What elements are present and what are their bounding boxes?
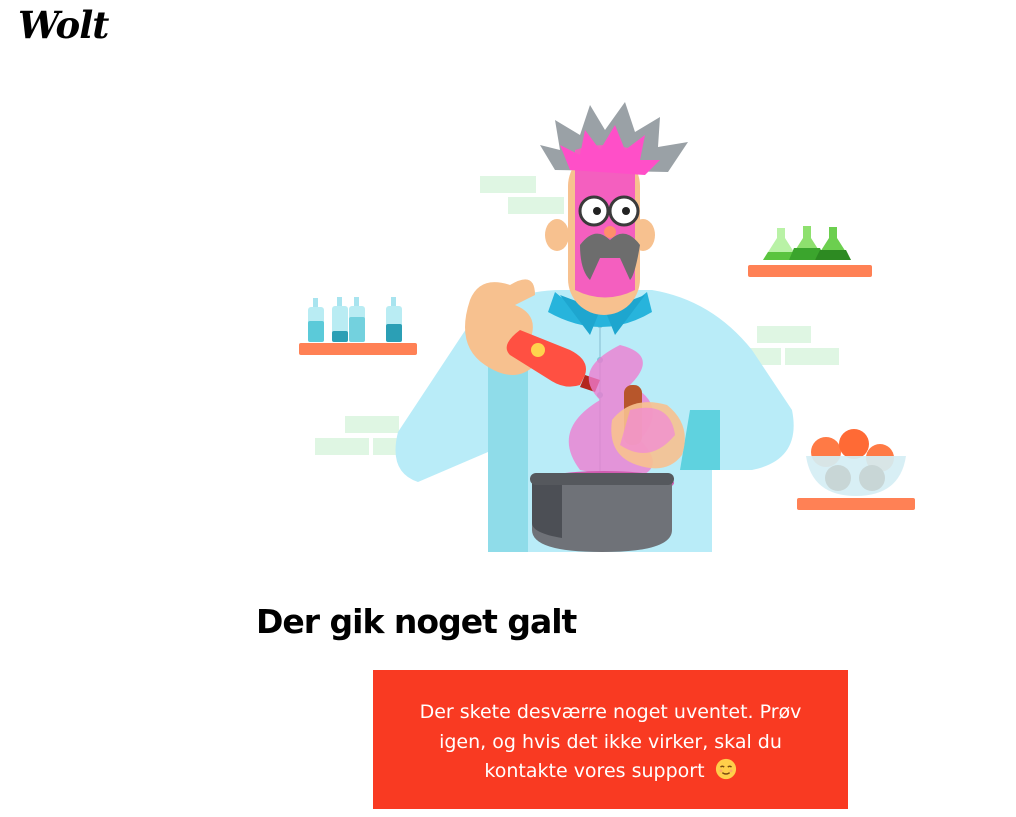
cooking-pot (530, 471, 674, 552)
error-title: Der gik noget galt (256, 602, 577, 641)
relieved-face-icon (715, 758, 736, 780)
right-top-shelf (748, 226, 872, 277)
error-message-text: Der skete desværre noget uventet. Prøv i… (419, 701, 802, 782)
left-shelf (299, 297, 417, 355)
error-message-box: Der skete desværre noget uventet. Prøv i… (373, 670, 848, 809)
right-bottom-shelf (797, 429, 915, 510)
chef-scientist-illustration (299, 102, 915, 552)
